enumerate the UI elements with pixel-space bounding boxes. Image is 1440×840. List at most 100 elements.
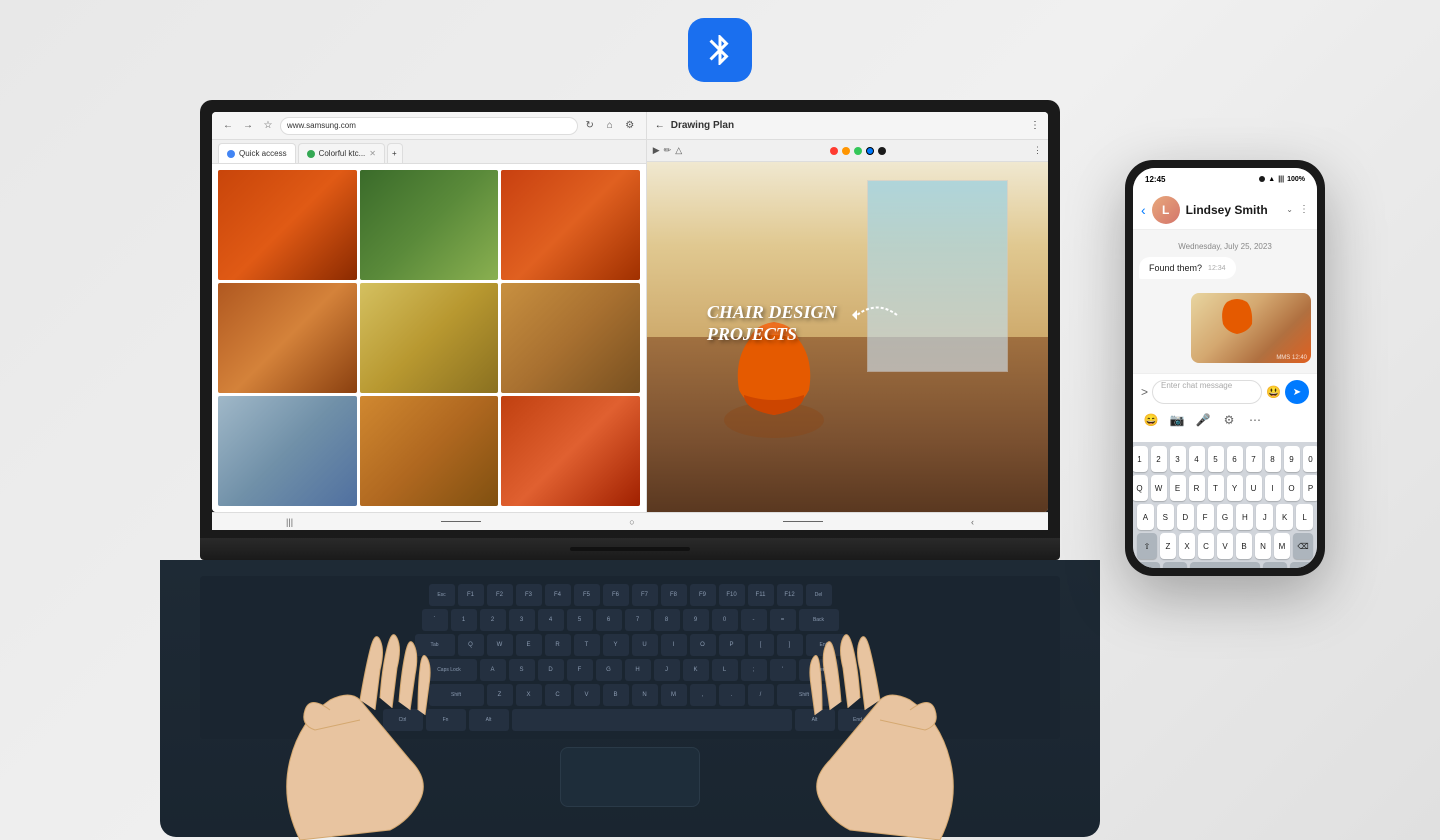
- pk-2[interactable]: 2: [1151, 446, 1167, 472]
- pk-8[interactable]: 8: [1265, 446, 1281, 472]
- chat-input-field[interactable]: Enter chat message: [1152, 380, 1262, 404]
- screen-split: ← → ☆ www.samsung.com ↻ ⌂ ⚙ Quick ac: [212, 112, 1048, 512]
- expand-icon[interactable]: >: [1141, 385, 1148, 399]
- phone-input-icons: 😄 📷 🎤 ⚙ ⋯: [1141, 410, 1309, 430]
- mini-chair: [1215, 294, 1260, 349]
- bluetooth-icon: [688, 18, 752, 82]
- pk-0[interactable]: 0: [1303, 446, 1318, 472]
- pk-o[interactable]: O: [1284, 475, 1300, 501]
- pk-h[interactable]: H: [1236, 504, 1253, 530]
- tab1-label: Quick access: [239, 149, 287, 158]
- chat-body: Wednesday, July 25, 2023 Found them? 12:…: [1133, 230, 1317, 373]
- pk-7[interactable]: 7: [1246, 446, 1262, 472]
- pk-enter[interactable]: ⏎: [1290, 562, 1313, 568]
- pk-w[interactable]: W: [1151, 475, 1167, 501]
- settings-button[interactable]: ⚙: [622, 118, 638, 134]
- pk-special[interactable]: !#1: [1137, 562, 1160, 568]
- pk-r[interactable]: R: [1189, 475, 1205, 501]
- gallery-icon[interactable]: 📷: [1167, 410, 1187, 430]
- bluetooth-symbol: [702, 32, 738, 68]
- home-button[interactable]: ⌂: [602, 118, 618, 134]
- refresh-button[interactable]: ↻: [582, 118, 598, 134]
- pk-5[interactable]: 5: [1208, 446, 1224, 472]
- pk-t[interactable]: T: [1208, 475, 1224, 501]
- pk-d[interactable]: D: [1177, 504, 1194, 530]
- arrow-doodle: [847, 295, 907, 335]
- tab-dot-1: [227, 150, 235, 158]
- url-text: www.samsung.com: [287, 121, 356, 130]
- tab-quick-access[interactable]: Quick access: [218, 143, 296, 163]
- pk-k[interactable]: K: [1276, 504, 1293, 530]
- send-button[interactable]: ➤: [1285, 380, 1309, 404]
- tab-dot-2: [307, 150, 315, 158]
- pk-1[interactable]: 1: [1133, 446, 1148, 472]
- more-icon[interactable]: ⋯: [1245, 410, 1265, 430]
- pk-3[interactable]: 3: [1170, 446, 1186, 472]
- shared-image-container: MMS 12:40: [1139, 289, 1311, 363]
- pk-a[interactable]: A: [1137, 504, 1154, 530]
- pk-period[interactable]: .: [1263, 562, 1286, 568]
- pk-l[interactable]: L: [1296, 504, 1313, 530]
- keyboard-settings-icon[interactable]: ⚙: [1219, 410, 1239, 430]
- color-orange[interactable]: [842, 147, 850, 155]
- pk-9[interactable]: 9: [1284, 446, 1300, 472]
- pk-4[interactable]: 4: [1189, 446, 1205, 472]
- emoji-picker-icon[interactable]: 😄: [1141, 410, 1161, 430]
- pk-p[interactable]: P: [1303, 475, 1318, 501]
- pk-j[interactable]: J: [1256, 504, 1273, 530]
- phone-zxcv-row: ⇧ Z X C V B N M ⌫: [1137, 533, 1313, 559]
- color-red[interactable]: [830, 147, 838, 155]
- pk-i[interactable]: I: [1265, 475, 1281, 501]
- phone-input-area: > Enter chat message 😃 ➤ 😄 📷 🎤 ⚙ ⋯: [1133, 373, 1317, 442]
- drawing-back-icon[interactable]: ←: [655, 120, 665, 131]
- url-bar[interactable]: www.samsung.com: [280, 117, 578, 135]
- mini-chair-svg: [1215, 294, 1260, 349]
- pk-n[interactable]: N: [1255, 533, 1271, 559]
- phone-screen: 12:45 ▲ ||| 100% ‹ L Lindsey Smith ⌄ ⋮ W…: [1133, 168, 1317, 568]
- tool-pen[interactable]: ✏: [664, 145, 672, 156]
- pk-c[interactable]: C: [1198, 533, 1214, 559]
- pk-backspace[interactable]: ⌫: [1293, 533, 1313, 559]
- pk-v[interactable]: V: [1217, 533, 1233, 559]
- photo-4: [218, 283, 357, 393]
- mic-icon[interactable]: 🎤: [1193, 410, 1213, 430]
- contact-dropdown-icon[interactable]: ⌄: [1286, 205, 1293, 214]
- phone-time: 12:45: [1145, 175, 1165, 184]
- pk-b[interactable]: B: [1236, 533, 1252, 559]
- phone-back-button[interactable]: ‹: [1141, 202, 1146, 218]
- tool-more[interactable]: ⋮: [1033, 145, 1042, 156]
- pk-q[interactable]: Q: [1133, 475, 1148, 501]
- close-tab-icon[interactable]: ✕: [369, 149, 376, 158]
- pk-e[interactable]: E: [1170, 475, 1186, 501]
- chat-bubble: Found them? 12:34: [1139, 257, 1236, 279]
- pk-lang[interactable]: English (US): [1190, 562, 1260, 568]
- color-blue[interactable]: [866, 147, 874, 155]
- pk-x[interactable]: X: [1179, 533, 1195, 559]
- tool-select[interactable]: ▶: [653, 145, 660, 156]
- pk-y[interactable]: Y: [1227, 475, 1243, 501]
- pk-u[interactable]: U: [1246, 475, 1262, 501]
- pk-6[interactable]: 6: [1227, 446, 1243, 472]
- emoji-icon[interactable]: 😃: [1266, 385, 1281, 399]
- pk-shift[interactable]: ⇧: [1137, 533, 1157, 559]
- drawing-settings-icon[interactable]: ⋮: [1030, 120, 1040, 131]
- chair-image: CHAIR DESIGN PROJECTS: [647, 162, 1048, 512]
- pk-f[interactable]: F: [1197, 504, 1214, 530]
- pk-m[interactable]: M: [1274, 533, 1290, 559]
- new-tab-button[interactable]: +: [387, 143, 403, 163]
- pk-s[interactable]: S: [1157, 504, 1174, 530]
- pk-comma[interactable]: ,: [1163, 562, 1186, 568]
- bookmark-button[interactable]: ☆: [260, 118, 276, 134]
- pk-z[interactable]: Z: [1160, 533, 1176, 559]
- message-row: Found them? 12:34: [1139, 257, 1311, 283]
- tool-eraser[interactable]: △: [675, 145, 682, 156]
- phone-chat-header: ‹ L Lindsey Smith ⌄ ⋮: [1133, 190, 1317, 230]
- forward-button[interactable]: →: [240, 118, 256, 134]
- tab-colorful[interactable]: Colorful ktc... ✕: [298, 143, 385, 163]
- more-options-icon[interactable]: ⋮: [1299, 204, 1309, 215]
- left-hand: [250, 560, 570, 840]
- back-button[interactable]: ←: [220, 118, 236, 134]
- pk-g[interactable]: G: [1217, 504, 1234, 530]
- color-green[interactable]: [854, 147, 862, 155]
- color-black[interactable]: [878, 147, 886, 155]
